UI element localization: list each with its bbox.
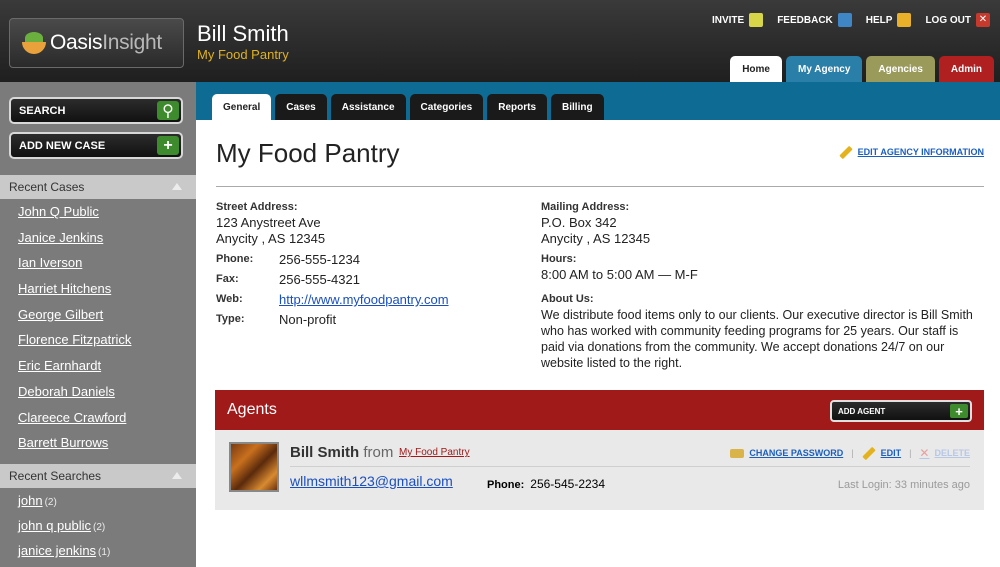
search-count: (2) — [44, 497, 57, 508]
plus-icon: + — [157, 136, 179, 155]
delete-agent-link[interactable]: ✕ DELETE — [919, 446, 970, 460]
agent-actions: CHANGE PASSWORD | EDIT | ✕ DELETE — [730, 446, 970, 460]
current-user-org: My Food Pantry — [197, 47, 289, 62]
edit-agency-link[interactable]: EDIT AGENCY INFORMATION — [838, 145, 984, 159]
agency-subnav: General Cases Assistance Categories Repo… — [196, 82, 1000, 120]
divider — [216, 186, 984, 187]
feedback-icon — [837, 13, 852, 27]
agent-name: Bill Smith from — [290, 444, 394, 461]
phone-row: Phone: 256-555-1234 — [216, 252, 360, 267]
plus-icon: + — [950, 404, 968, 419]
recent-cases-list: John Q Public Janice Jenkins Ian Iverson… — [18, 204, 131, 461]
top-links: INVITE FEEDBACK HELP LOG OUT ✕ — [712, 13, 990, 27]
agent-card: Bill Smith from My Food Pantry wllmsmith… — [215, 430, 984, 510]
tab-home[interactable]: Home — [730, 56, 782, 82]
recent-search-link[interactable]: janice jenkins (1) — [18, 543, 110, 567]
tab-cases[interactable]: Cases — [275, 94, 327, 120]
type-row: Type: Non-profit — [216, 312, 337, 327]
edit-agent-link[interactable]: EDIT — [861, 446, 901, 460]
recent-case-link[interactable]: Janice Jenkins — [18, 230, 131, 256]
recent-case-link[interactable]: Clareece Crawford — [18, 410, 131, 436]
web-row: Web: http://www.myfoodpantry.com — [216, 292, 449, 307]
main-tabs: Home My Agency Agencies Admin — [730, 56, 994, 82]
tab-admin[interactable]: Admin — [938, 56, 994, 82]
recent-case-link[interactable]: Harriet Hitchens — [18, 281, 131, 307]
tab-reports[interactable]: Reports — [487, 94, 548, 120]
current-user-name: Bill Smith — [197, 21, 289, 46]
change-password-link[interactable]: CHANGE PASSWORD — [730, 448, 843, 458]
help-link[interactable]: HELP — [866, 13, 912, 27]
invite-link[interactable]: INVITE — [712, 13, 764, 27]
logo-text: OasisInsight — [50, 31, 162, 54]
key-icon — [730, 448, 745, 458]
delete-icon: ✕ — [919, 446, 930, 460]
search-count: (2) — [93, 522, 106, 533]
collapse-icon[interactable] — [172, 472, 182, 479]
agency-general-panel: My Food Pantry EDIT AGENCY INFORMATION S… — [196, 120, 1000, 567]
add-new-case-button[interactable]: ADD NEW CASE + — [9, 132, 183, 159]
person-icon — [749, 13, 764, 27]
tab-general[interactable]: General — [212, 94, 272, 120]
recent-searches-list: john (2) john q public (2) janice jenkins(… — [18, 493, 110, 567]
avatar — [229, 442, 279, 492]
page-title: My Food Pantry — [216, 138, 400, 168]
tab-agencies[interactable]: Agencies — [866, 56, 935, 82]
hours: Hours: 8:00 AM to 5:00 AM — M-F — [541, 253, 698, 282]
agent-email-link[interactable]: wllmsmith123@gmail.com — [290, 473, 453, 489]
close-icon: ✕ — [976, 13, 990, 27]
street-address: Street Address: 123 Anystreet Ave Anycit… — [216, 201, 326, 246]
tab-my-agency[interactable]: My Agency — [786, 56, 863, 82]
agents-header: Agents ADD AGENT + — [215, 390, 984, 430]
about-us: About Us: We distribute food items only … — [541, 293, 973, 370]
recent-case-link[interactable]: Florence Fitzpatrick — [18, 332, 131, 358]
recent-searches-header[interactable]: Recent Searches — [0, 464, 196, 488]
recent-case-link[interactable]: Deborah Daniels — [18, 384, 131, 410]
agent-org-link[interactable]: My Food Pantry — [399, 447, 470, 458]
recent-search-link[interactable]: john q public (2) — [18, 518, 110, 543]
oasis-insight-logo[interactable]: OasisInsight — [9, 18, 184, 68]
recent-cases-header[interactable]: Recent Cases — [0, 175, 196, 199]
collapse-icon[interactable] — [172, 183, 182, 190]
pencil-icon — [861, 446, 876, 460]
mailing-address: Mailing Address: P.O. Box 342 Anycity , … — [541, 201, 651, 246]
add-agent-button[interactable]: ADD AGENT + — [830, 400, 972, 422]
divider — [290, 466, 970, 467]
palm-logo-icon — [22, 32, 46, 54]
last-login: Last Login: 33 minutes ago — [837, 479, 970, 491]
search-button[interactable]: SEARCH ⚲ — [9, 97, 183, 124]
tab-billing[interactable]: Billing — [551, 94, 604, 120]
website-link[interactable]: http://www.myfoodpantry.com — [279, 292, 449, 307]
help-icon — [897, 13, 912, 27]
search-icon: ⚲ — [157, 101, 179, 120]
recent-search-link[interactable]: john (2) — [18, 493, 110, 518]
recent-case-link[interactable]: Eric Earnhardt — [18, 358, 131, 384]
logout-link[interactable]: LOG OUT ✕ — [925, 13, 990, 27]
tab-categories[interactable]: Categories — [409, 94, 484, 120]
search-count: (1) — [98, 547, 111, 558]
recent-case-link[interactable]: John Q Public — [18, 204, 131, 230]
pencil-icon — [838, 145, 853, 159]
feedback-link[interactable]: FEEDBACK — [777, 13, 852, 27]
recent-case-link[interactable]: Barrett Burrows — [18, 435, 131, 461]
agent-phone: Phone: 256-545-2234 — [487, 477, 606, 491]
recent-case-link[interactable]: George Gilbert — [18, 307, 131, 333]
fax-row: Fax: 256-555-4321 — [216, 272, 360, 287]
recent-case-link[interactable]: Ian Iverson — [18, 255, 131, 281]
sidebar: SEARCH ⚲ ADD NEW CASE + Recent Cases Joh… — [0, 82, 196, 567]
app-header: OasisInsight Bill Smith My Food Pantry I… — [0, 0, 1000, 82]
tab-assistance[interactable]: Assistance — [330, 94, 406, 120]
